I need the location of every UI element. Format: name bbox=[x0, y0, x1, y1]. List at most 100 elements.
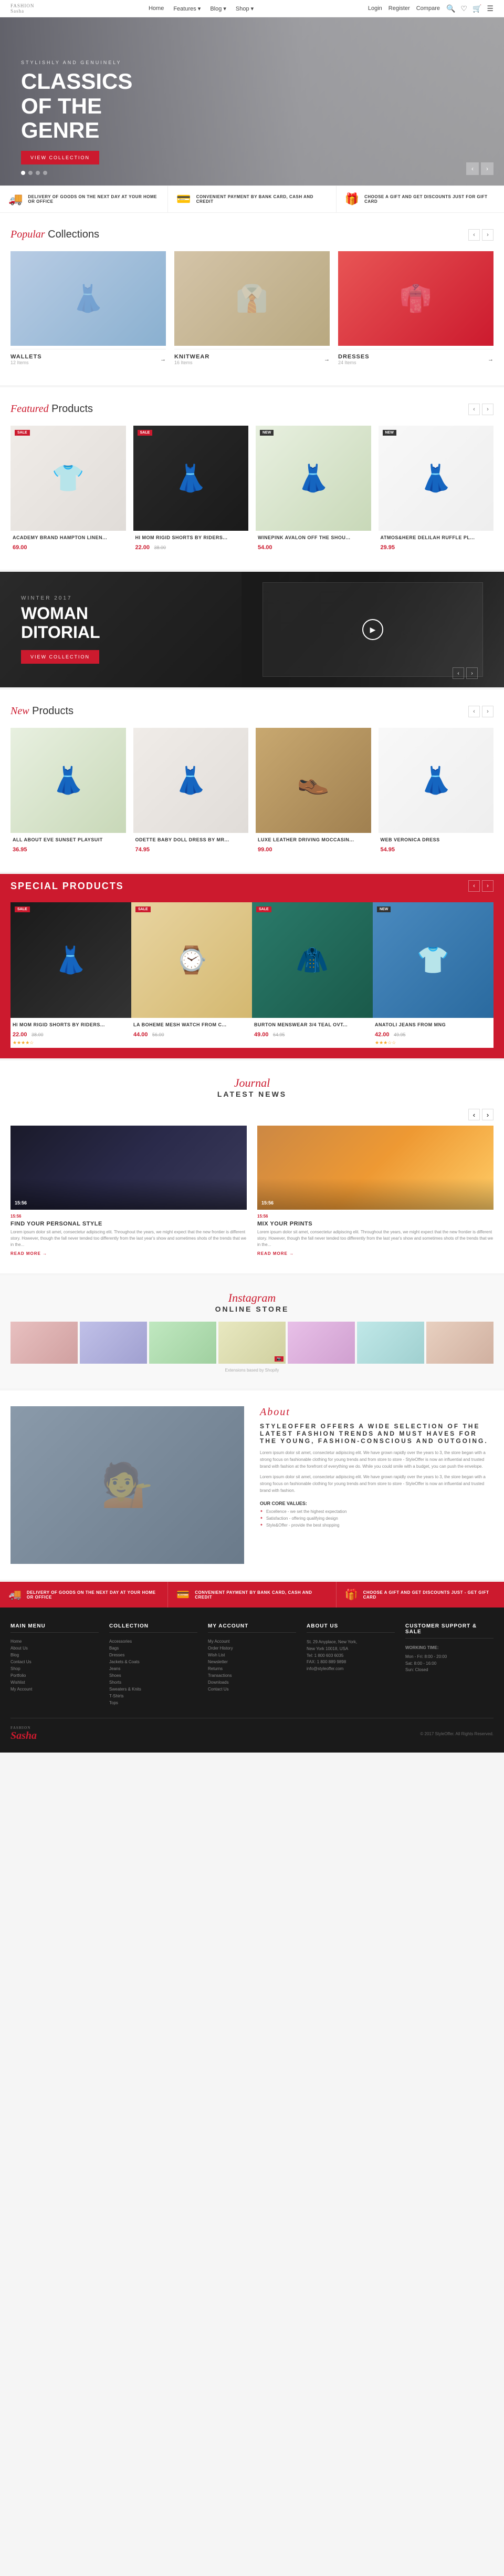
dresses-count: 24 Items bbox=[338, 360, 370, 365]
footer-contact-link[interactable]: Contact Us bbox=[10, 1660, 32, 1664]
special-tag-2: SALE bbox=[135, 906, 151, 912]
footer-col-support: CUSTOMER SUPPORT & SALE WORKING TIME: Mo… bbox=[405, 1623, 494, 1707]
footer-wishlist-link[interactable]: Wishlist bbox=[10, 1680, 25, 1685]
menu-icon[interactable]: ☰ bbox=[487, 4, 494, 13]
special-next-button[interactable]: › bbox=[482, 880, 494, 892]
product-new-name-2: ODETTE BABY DOLL DRESS BY MR... bbox=[135, 837, 247, 842]
footer-bags-link[interactable]: Bags bbox=[109, 1646, 119, 1651]
footer-logo-sub: FASHION bbox=[10, 1726, 37, 1730]
feature-payment-title: CONVENIENT PAYMENT BY BANK CARD, CASH AN… bbox=[196, 194, 328, 204]
footer-grid: MAIN MENU Home About Us Blog Contact Us … bbox=[10, 1623, 494, 1707]
delivery-icon: 🚚 bbox=[8, 192, 23, 206]
special-header: SPECIAL PRODUCTS ‹ › bbox=[10, 880, 494, 892]
popular-next-button[interactable]: › bbox=[482, 229, 494, 241]
news-item-2: 15:56 15:56 MIX YOUR PRINTS Lorem ipsum … bbox=[257, 1126, 494, 1258]
banner-section: WINTER 2017 WOMANDITORIAL VIEW COLLECTIO… bbox=[0, 572, 504, 687]
logo[interactable]: FASHION Sasha bbox=[10, 3, 34, 14]
footer-accessories-link[interactable]: Accessories bbox=[109, 1639, 132, 1644]
about-image: 💁 bbox=[10, 1406, 244, 1564]
news-read-more-2[interactable]: READ MORE → bbox=[257, 1251, 294, 1256]
product-price-4: 29.95 bbox=[381, 544, 395, 551]
heart-icon[interactable]: ♡ bbox=[460, 4, 467, 13]
login-link[interactable]: Login bbox=[368, 5, 382, 12]
hero-cta-button[interactable]: VIEW COLLECTION bbox=[21, 151, 99, 164]
footer-jeans-link[interactable]: Jeans bbox=[109, 1666, 120, 1671]
insta-item-4[interactable]: 📷 bbox=[218, 1322, 286, 1364]
footer-downloads-link[interactable]: Downloads bbox=[208, 1680, 229, 1685]
banner-cta-button[interactable]: VIEW COLLECTION bbox=[21, 650, 99, 664]
product-leather-moccasin: 👞 LUXE LEATHER DRIVING MOCCASIN... 99.00 bbox=[256, 728, 371, 856]
footer-blog-link[interactable]: Blog bbox=[10, 1653, 19, 1657]
news-read-more-1[interactable]: READ MORE → bbox=[10, 1251, 47, 1256]
hero-dot-4[interactable] bbox=[43, 171, 47, 175]
news-prev-button[interactable]: ‹ bbox=[468, 1109, 480, 1120]
hero-tag: STYLISHLY AND GENUINELY bbox=[21, 60, 132, 65]
footer-logo: FASHION Sasha bbox=[10, 1726, 37, 1742]
hero-next-button[interactable]: › bbox=[481, 162, 494, 175]
footer-tops-link[interactable]: Tops bbox=[109, 1701, 118, 1705]
footer-shop-link[interactable]: Shop bbox=[10, 1666, 20, 1671]
payment-icon: 💳 bbox=[176, 192, 191, 206]
cart-icon[interactable]: 🛒 bbox=[472, 4, 481, 13]
footer-dresses-link[interactable]: Dresses bbox=[109, 1653, 124, 1657]
dresses-arrow: → bbox=[488, 356, 494, 363]
footer-tshirts-link[interactable]: T-Shirts bbox=[109, 1694, 124, 1698]
collection-knitwear[interactable]: 👔 KNITWEAR 16 Items → bbox=[174, 251, 330, 369]
footer-about-link[interactable]: About Us bbox=[10, 1646, 28, 1651]
nav-blog[interactable]: Blog ▾ bbox=[210, 5, 226, 12]
popular-nav: ‹ › bbox=[468, 229, 494, 241]
product-eve-sunset: 👗 ALL ABOUT EVE SUNSET PLAYSUIT 36.95 bbox=[10, 728, 126, 856]
insta-item-5[interactable] bbox=[288, 1322, 355, 1364]
hero-dot-2[interactable] bbox=[28, 171, 33, 175]
collection-dresses[interactable]: 👘 DRESSES 24 Items → bbox=[338, 251, 494, 369]
footer-orders-link[interactable]: Order History bbox=[208, 1646, 233, 1651]
play-button[interactable]: ▶ bbox=[362, 619, 383, 640]
footer-transactions-link[interactable]: Transactions bbox=[208, 1673, 232, 1678]
news-next-button[interactable]: › bbox=[482, 1109, 494, 1120]
footer-newsletter-link[interactable]: Newsletter bbox=[208, 1660, 228, 1664]
footer-myaccount-link[interactable]: My Account bbox=[10, 1687, 32, 1692]
banner-prev-button[interactable]: ‹ bbox=[453, 667, 464, 679]
special-prev-button[interactable]: ‹ bbox=[468, 880, 480, 892]
footer-contact2-link[interactable]: Contact Us bbox=[208, 1687, 229, 1692]
footer-portfolio-link[interactable]: Portfolio bbox=[10, 1673, 26, 1678]
insta-item-6[interactable] bbox=[357, 1322, 424, 1364]
featured-next-button[interactable]: › bbox=[482, 404, 494, 415]
product-new-name-3: LUXE LEATHER DRIVING MOCCASIN... bbox=[258, 837, 369, 842]
footer-returns-link[interactable]: Returns bbox=[208, 1666, 223, 1671]
footer-jackets-link[interactable]: Jackets & Coats bbox=[109, 1660, 140, 1664]
footer-sweaters-link[interactable]: Sweaters & Knits bbox=[109, 1687, 141, 1692]
hero-prev-button[interactable]: ‹ bbox=[466, 162, 479, 175]
insta-item-2[interactable] bbox=[80, 1322, 147, 1364]
insta-item-1[interactable] bbox=[10, 1322, 78, 1364]
footer-support-title: CUSTOMER SUPPORT & SALE bbox=[405, 1623, 494, 1639]
banner-next-button[interactable]: › bbox=[466, 667, 478, 679]
new-prev-button[interactable]: ‹ bbox=[468, 706, 480, 717]
special-old-price-4: 49.95 bbox=[394, 1032, 406, 1037]
compare-link[interactable]: Compare bbox=[416, 5, 440, 12]
featured-prev-button[interactable]: ‹ bbox=[468, 404, 480, 415]
insta-item-7[interactable] bbox=[426, 1322, 494, 1364]
collection-wallets[interactable]: 👗 WALLETS 12 Items → bbox=[10, 251, 166, 369]
hero-dot-3[interactable] bbox=[36, 171, 40, 175]
footer-wishlist2-link[interactable]: Wish List bbox=[208, 1653, 225, 1657]
product-winepink-avalon: NEW 👗 WINEPINK AVALON OFF THE SHOU... 54… bbox=[256, 426, 371, 554]
hero-dot-1[interactable] bbox=[21, 171, 25, 175]
nav-shop[interactable]: Shop ▾ bbox=[236, 5, 254, 12]
product-new-image-3: 👞 bbox=[256, 728, 371, 833]
nav-home[interactable]: Home bbox=[149, 5, 164, 12]
new-next-button[interactable]: › bbox=[482, 706, 494, 717]
search-icon[interactable]: 🔍 bbox=[446, 4, 455, 13]
footer-account-link[interactable]: My Account bbox=[208, 1639, 229, 1644]
footer-home-link[interactable]: Home bbox=[10, 1639, 22, 1644]
insta-item-3[interactable] bbox=[149, 1322, 216, 1364]
special-name-1: HI MOM RIGID SHORTS BY RIDERS... bbox=[13, 1022, 129, 1027]
footer-shorts-link[interactable]: Shorts bbox=[109, 1680, 121, 1685]
popular-prev-button[interactable]: ‹ bbox=[468, 229, 480, 241]
footer-shoes-link[interactable]: Shoes bbox=[109, 1673, 121, 1678]
dresses-image: 👘 bbox=[338, 251, 494, 346]
header-icons: 🔍 ♡ 🛒 ☰ bbox=[446, 4, 494, 13]
register-link[interactable]: Register bbox=[388, 5, 410, 12]
dresses-name: DRESSES bbox=[338, 354, 370, 360]
nav-features[interactable]: Features ▾ bbox=[173, 5, 201, 12]
